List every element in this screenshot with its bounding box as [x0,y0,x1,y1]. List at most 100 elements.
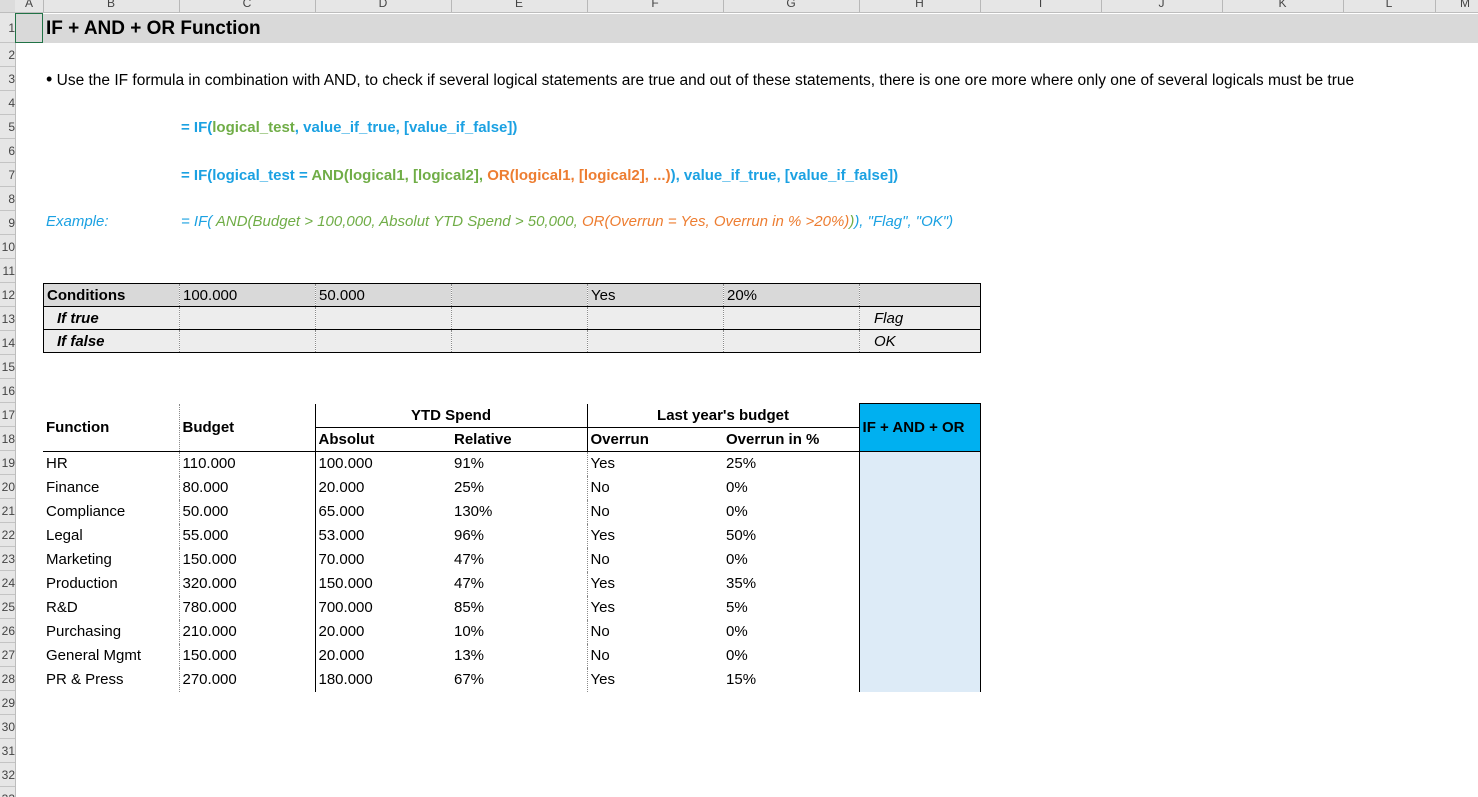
condition-empty-h[interactable] [859,283,981,307]
budget-cell[interactable]: 270.000 [178,667,315,692]
row-header-26[interactable]: 26 [0,619,15,643]
overrun-pct-cell[interactable]: 50% [723,524,859,548]
overrun-cell[interactable]: No [586,499,724,524]
function-cell[interactable]: Purchasing [43,620,179,644]
relative-cell[interactable]: 96% [451,524,587,548]
absolut-cell[interactable]: 180.000 [314,667,451,692]
function-cell[interactable]: Legal [43,524,179,548]
if-false-f[interactable] [587,329,724,353]
row-header-24[interactable]: 24 [0,571,15,595]
absolut-cell[interactable]: 65.000 [314,499,451,524]
relative-cell[interactable]: 67% [451,668,587,692]
function-cell[interactable]: General Mgmt [43,644,179,668]
row-header-33[interactable]: 33 [0,787,15,797]
row-header-6[interactable]: 6 [0,139,15,163]
if-false-e[interactable] [451,329,588,353]
absolut-cell[interactable]: 53.000 [314,523,451,548]
result-cell[interactable] [858,619,981,644]
absolut-cell[interactable]: 20.000 [314,475,451,500]
overrun-cell[interactable]: No [586,547,724,572]
row-header-14[interactable]: 14 [0,331,15,355]
row-header-28[interactable]: 28 [0,667,15,691]
relative-cell[interactable]: 25% [451,476,587,500]
condition-empty-e[interactable] [451,283,588,307]
function-cell[interactable]: Finance [43,476,179,500]
overrun-cell[interactable]: Yes [586,523,724,548]
if-true-f[interactable] [587,306,724,330]
if-false-d[interactable] [315,329,452,353]
if-true-g[interactable] [723,306,860,330]
result-cell[interactable] [858,667,981,692]
relative-cell[interactable]: 47% [451,572,587,596]
row-header-11[interactable]: 11 [0,259,15,283]
row-header-32[interactable]: 32 [0,763,15,787]
relative-cell[interactable]: 47% [451,548,587,572]
result-cell[interactable] [858,475,981,500]
row-header-13[interactable]: 13 [0,307,15,331]
header-overrun-pct[interactable]: Overrun in % [723,427,860,452]
row-header-25[interactable]: 25 [0,595,15,619]
row-header-15[interactable]: 15 [0,355,15,379]
overrun-cell[interactable]: No [586,475,724,500]
if-true-c[interactable] [179,306,316,330]
row-header-18[interactable]: 18 [0,427,15,451]
column-header-h[interactable]: H [859,0,981,12]
relative-cell[interactable]: 10% [451,620,587,644]
row-header-5[interactable]: 5 [0,115,15,139]
result-cell[interactable] [858,643,981,668]
absolut-cell[interactable]: 150.000 [314,571,451,596]
overrun-pct-cell[interactable]: 5% [723,596,859,620]
function-cell[interactable]: Marketing [43,548,179,572]
if-true-value[interactable]: Flag [859,306,981,330]
row-header-7[interactable]: 7 [0,163,15,187]
condition-budget[interactable]: 100.000 [179,283,316,307]
select-all-corner[interactable] [0,0,15,12]
row-header-9[interactable]: 9 [0,211,15,235]
if-false-c[interactable] [179,329,316,353]
function-cell[interactable]: HR [43,452,179,476]
row-header-12[interactable]: 12 [0,283,15,307]
header-function[interactable]: Function [43,403,179,452]
result-cell[interactable] [858,523,981,548]
overrun-pct-cell[interactable]: 0% [723,500,859,524]
row-header-10[interactable]: 10 [0,235,15,259]
column-header-e[interactable]: E [451,0,588,12]
column-header-c[interactable]: C [179,0,316,12]
row-header-23[interactable]: 23 [0,547,15,571]
budget-cell[interactable]: 50.000 [178,499,315,524]
budget-cell[interactable]: 150.000 [178,547,315,572]
overrun-cell[interactable]: Yes [586,451,724,476]
overrun-pct-cell[interactable]: 35% [723,572,859,596]
header-ytd-spend[interactable]: YTD Spend [314,403,588,428]
budget-cell[interactable]: 110.000 [178,451,315,476]
header-result[interactable]: IF + AND + OR [858,403,981,452]
function-cell[interactable]: PR & Press [43,668,179,692]
row-header-22[interactable]: 22 [0,523,15,547]
result-cell[interactable] [858,499,981,524]
row-header-21[interactable]: 21 [0,499,15,523]
function-cell[interactable]: R&D [43,596,179,620]
row-header-29[interactable]: 29 [0,691,15,715]
absolut-cell[interactable]: 20.000 [314,643,451,668]
absolut-cell[interactable]: 70.000 [314,547,451,572]
row-header-16[interactable]: 16 [0,379,15,403]
absolut-cell[interactable]: 100.000 [314,451,451,476]
overrun-cell[interactable]: Yes [586,595,724,620]
if-true-label[interactable]: If true [43,306,180,330]
condition-overrun[interactable]: Yes [587,283,724,307]
overrun-cell[interactable]: No [586,619,724,644]
overrun-cell[interactable]: Yes [586,571,724,596]
overrun-pct-cell[interactable]: 0% [723,620,859,644]
column-header-a[interactable]: A [15,0,44,12]
budget-cell[interactable]: 150.000 [178,643,315,668]
column-header-m[interactable]: M [1435,0,1478,12]
budget-cell[interactable]: 780.000 [178,595,315,620]
condition-overrun-pct[interactable]: 20% [723,283,860,307]
if-false-value[interactable]: OK [859,329,981,353]
function-cell[interactable]: Compliance [43,500,179,524]
header-overrun[interactable]: Overrun [586,427,724,452]
overrun-pct-cell[interactable]: 0% [723,476,859,500]
result-cell[interactable] [858,571,981,596]
overrun-pct-cell[interactable]: 25% [723,452,859,476]
row-header-1[interactable]: 1 [0,13,15,43]
